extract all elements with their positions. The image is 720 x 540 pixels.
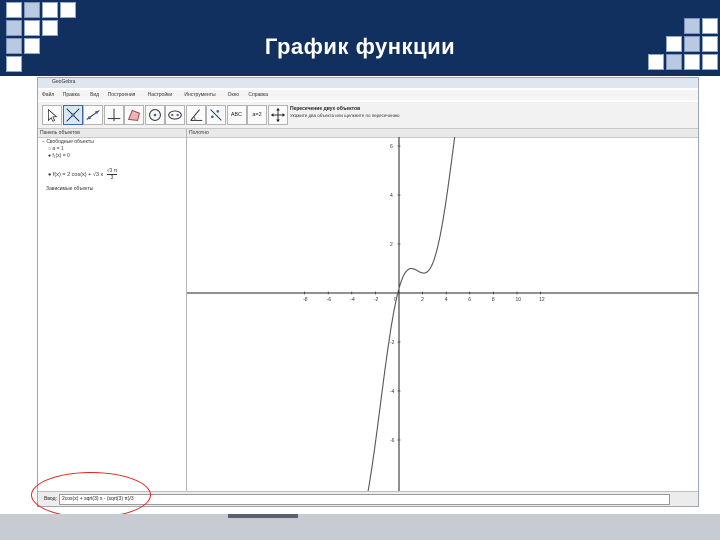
algebra-view[interactable]: Панель объектов − Свободные объекты ○ a … [38, 129, 187, 491]
slider-tool-button[interactable]: a=2 [247, 105, 267, 125]
perpendicular-line-tool-button[interactable] [103, 105, 124, 125]
circle-with-center-tool-button[interactable] [144, 105, 165, 125]
window-title: GeoGebra [52, 79, 76, 85]
header-decor-square [24, 2, 40, 18]
angle-icon [189, 109, 202, 121]
x-tick-label: -8 [303, 297, 308, 303]
graphics-view[interactable]: Полотно -8 -6 -4 -2 0 2 4 6 8 10 12 -6 -4 -2 2 4 6 [187, 129, 698, 491]
y-tick-label: 6 [390, 144, 393, 150]
reflect-about-line-tool-button[interactable] [206, 105, 226, 125]
x-tick-label: 10 [516, 297, 522, 303]
intersect-two-objects-tool-button[interactable] [62, 105, 83, 125]
fraction: √3 π 3 [106, 168, 118, 181]
algebra-view-header: Панель объектов [38, 129, 186, 138]
x-tick-label: 6 [468, 297, 471, 303]
free-objects-label[interactable]: − Свободные объекты [42, 139, 94, 145]
dependent-objects-label[interactable]: Зависимые объекты [46, 186, 93, 192]
tool-info-description: Укажите два объекта или щелкните по пере… [290, 113, 400, 118]
move-graphics-view-tool-button[interactable] [267, 105, 288, 125]
toolbar: Пересечение двух объектов Укажите два об… [38, 102, 698, 129]
x-tick-label: -4 [350, 297, 355, 303]
algebra-item[interactable]: ● f₁(x) = 0 [48, 153, 70, 159]
header-decor-square [6, 2, 22, 18]
reflect-about-line-icon [210, 109, 222, 121]
move-arrow-icon [48, 108, 58, 122]
y-tick-label: 2 [390, 242, 393, 248]
menu-item[interactable]: Окно [228, 92, 240, 98]
header-decor-square [60, 2, 76, 18]
polygon-icon [127, 109, 140, 121]
polygon-tool-button[interactable] [124, 105, 144, 125]
menu-item[interactable]: Правка [63, 92, 80, 98]
x-tick-label: 12 [539, 297, 545, 303]
graphics-view-title: Полотно [189, 130, 209, 136]
ellipse-tool-button[interactable] [165, 105, 185, 125]
algebra-item[interactable]: ● f(x) = 2 cos(x) + √3 x √3 π 3 [48, 168, 118, 181]
footer-accent [228, 514, 298, 518]
window-titlebar: GeoGebra [38, 78, 698, 88]
line-through-two-points-tool-button[interactable] [83, 105, 103, 125]
x-tick-label: -6 [327, 297, 332, 303]
move-graphics-view-icon [270, 107, 285, 123]
menu-item[interactable]: Построения [108, 92, 136, 98]
y-tick-label: -6 [390, 438, 395, 444]
input-highlight-circle [31, 472, 151, 518]
y-tick-label: -4 [390, 389, 395, 395]
menu-item[interactable]: Вид [90, 92, 99, 98]
x-tick-label: 2 [421, 297, 424, 303]
menu-bar: Файл Правка Вид Построения Настройки Инструме… [38, 90, 698, 100]
header-decor-square [684, 18, 700, 34]
algebra-item[interactable]: ○ a = 1 [48, 146, 64, 152]
insert-text-tool-button[interactable]: ABC [226, 105, 247, 125]
slide-title: График функции [264, 34, 456, 59]
function-curve [367, 137, 456, 491]
y-tick-label: 4 [390, 193, 393, 199]
menu-item[interactable]: Настройки [148, 92, 173, 98]
header-decor-square [42, 2, 58, 18]
line-through-two-points-icon [86, 110, 100, 120]
slider-icon: a=2 [252, 112, 262, 118]
ellipse-icon [168, 110, 182, 120]
geogebra-window: GeoGebra Файл Правка Вид Построения Настройк… [37, 77, 699, 507]
perpendicular-line-icon [107, 108, 120, 122]
x-tick-label: 4 [445, 297, 448, 303]
algebra-view-title: Панель объектов [40, 130, 80, 136]
intersect-two-objects-icon [65, 108, 80, 122]
menu-item[interactable]: Справка [248, 92, 268, 98]
insert-text-icon: ABC [230, 112, 243, 118]
menu-item[interactable]: Файл [42, 92, 54, 98]
x-tick-label: -2 [374, 297, 379, 303]
function-graph[interactable]: -8 -6 -4 -2 0 2 4 6 8 10 12-6-4-2246 [187, 137, 698, 491]
slide-footer [0, 514, 720, 540]
tool-info-title: Пересечение двух объектов [290, 106, 361, 112]
menu-item[interactable]: Инструменты [184, 92, 215, 98]
move-arrow-tool-button[interactable] [42, 105, 62, 125]
angle-tool-button[interactable] [185, 105, 206, 125]
y-tick-label: -2 [390, 340, 395, 346]
x-tick-label: 8 [492, 297, 495, 303]
circle-with-center-icon [148, 109, 161, 121]
header-decor-square [702, 18, 718, 34]
